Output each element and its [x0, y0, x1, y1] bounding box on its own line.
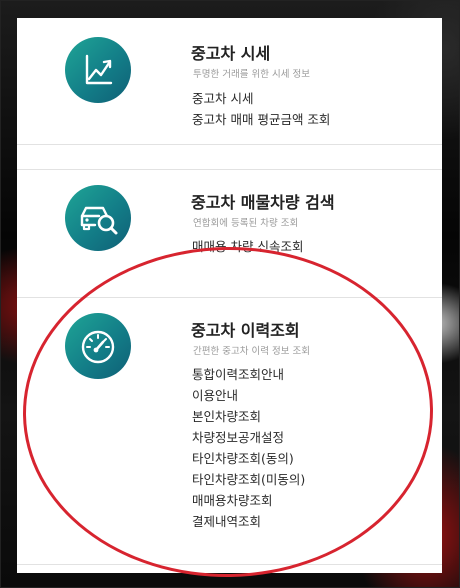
link-integrated-history-guide[interactable]: 통합이력조회안내 [192, 364, 305, 385]
section-divider [17, 144, 442, 145]
speedometer-icon[interactable] [65, 313, 131, 379]
link-other-vehicle-lookup-no-consent[interactable]: 타인차량조회(미동의) [192, 469, 305, 490]
link-other-vehicle-lookup-consent[interactable]: 타인차량조회(동의) [192, 448, 305, 469]
chart-trend-icon[interactable] [65, 37, 131, 103]
link-dealer-vehicle-lookup[interactable]: 매매용차량조회 [192, 490, 305, 511]
section-link-list: 매매용 차량 신속조회 [192, 236, 303, 257]
link-usage-guide[interactable]: 이용안내 [192, 385, 305, 406]
service-menu-panel: 중고차 시세 투명한 거래를 위한 시세 정보 중고차 시세 중고차 매매 평균… [17, 18, 442, 573]
section-divider [17, 169, 442, 170]
link-vehicle-info-disclosure-settings[interactable]: 차량정보공개설정 [192, 427, 305, 448]
link-used-car-price[interactable]: 중고차 시세 [192, 88, 330, 109]
link-average-price-lookup[interactable]: 중고차 매매 평균금액 조회 [192, 109, 330, 130]
section-title: 중고차 시세 [191, 44, 271, 63]
screenshot-frame: 중고차 시세 투명한 거래를 위한 시세 정보 중고차 시세 중고차 매매 평균… [0, 0, 460, 588]
link-vehicle-quick-lookup[interactable]: 매매용 차량 신속조회 [192, 236, 303, 257]
link-payment-history-lookup[interactable]: 결제내역조회 [192, 511, 305, 532]
section-subtitle: 간편한 중고차 이력 정보 조회 [193, 346, 310, 357]
section-divider [17, 564, 442, 565]
section-history-lookup: 중고차 이력조회 간편한 중고차 이력 정보 조회 통합이력조회안내 이용안내 … [17, 297, 442, 573]
link-own-vehicle-lookup[interactable]: 본인차량조회 [192, 406, 305, 427]
section-used-car-price: 중고차 시세 투명한 거래를 위한 시세 정보 중고차 시세 중고차 매매 평균… [17, 18, 442, 145]
section-link-list: 통합이력조회안내 이용안내 본인차량조회 차량정보공개설정 타인차량조회(동의)… [192, 364, 305, 532]
car-search-icon[interactable] [65, 185, 131, 251]
section-vehicle-search: 중고차 매물차량 검색 연합회에 등록된 차량 조회 매매용 차량 신속조회 [17, 169, 442, 298]
section-title: 중고차 매물차량 검색 [191, 193, 335, 212]
section-title: 중고차 이력조회 [191, 321, 300, 340]
section-link-list: 중고차 시세 중고차 매매 평균금액 조회 [192, 88, 330, 130]
section-subtitle: 투명한 거래를 위한 시세 정보 [193, 69, 310, 80]
section-subtitle: 연합회에 등록된 차량 조회 [193, 218, 299, 229]
